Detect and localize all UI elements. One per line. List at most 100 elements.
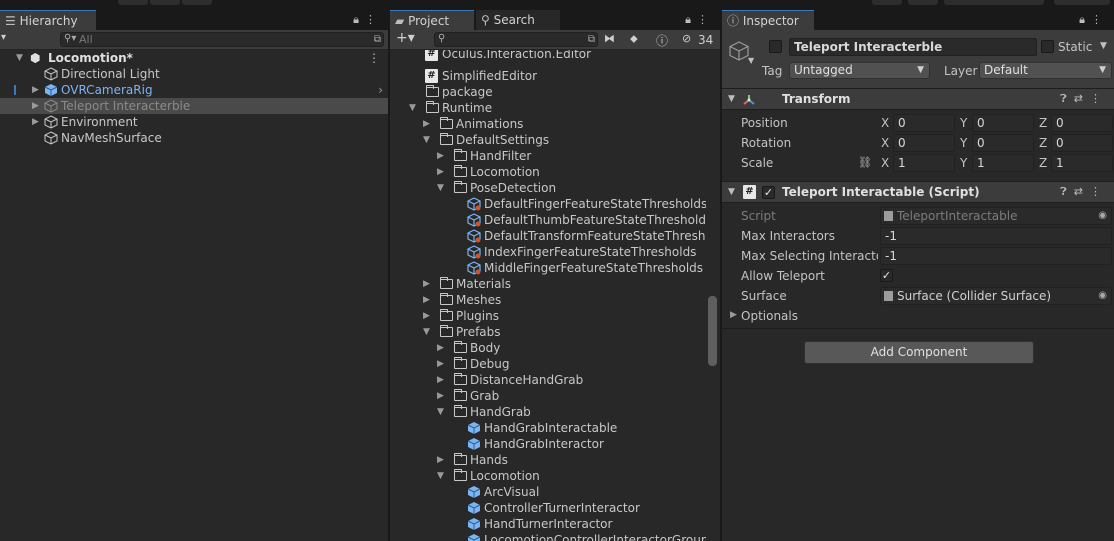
asset-row[interactable]: LocomotionControllerInteractorGroup xyxy=(390,532,706,541)
expand-right-icon[interactable]: ▶ xyxy=(423,116,430,132)
expand-down-icon[interactable]: ▼ xyxy=(423,132,430,148)
rotation-y-field[interactable]: 0 xyxy=(972,134,1034,152)
preset-icon[interactable]: ⇄ xyxy=(1074,92,1090,105)
hierarchy-search-input[interactable]: ⚲▾ All ⧉ xyxy=(60,32,384,47)
allow-teleport-checkbox[interactable]: ✓ xyxy=(880,269,893,282)
folder-row[interactable]: ▶ Hands xyxy=(390,452,706,468)
expand-right-icon[interactable]: ▶ xyxy=(32,98,39,114)
surface-field[interactable]: Surface (Collider Surface) ◉ xyxy=(880,287,1112,305)
expand-down-icon[interactable]: ▼ xyxy=(409,100,416,116)
folder-row[interactable]: ▶ Debug xyxy=(390,356,706,372)
position-y-field[interactable]: 0 xyxy=(972,114,1034,132)
warning-filter-icon[interactable]: ⓘ xyxy=(656,32,668,49)
expand-right-icon[interactable]: ▶ xyxy=(437,452,444,468)
asset-row[interactable]: MiddleFingerFeatureStateThresholds xyxy=(390,260,706,276)
help-icon[interactable]: ❓︎ xyxy=(1060,92,1074,105)
project-search-input[interactable]: ⚲ ⧉ xyxy=(434,32,598,47)
expand-down-icon[interactable]: ▼ xyxy=(423,324,430,340)
tab-inspector[interactable]: ⓘ Inspector xyxy=(722,10,814,30)
expand-down-icon[interactable]: ▼ xyxy=(437,468,444,484)
filter-by-type-icon[interactable]: ⧓ xyxy=(604,32,615,45)
expand-right-icon[interactable]: ▶ xyxy=(32,82,39,98)
constrain-proportions-icon[interactable]: ⛓ xyxy=(858,156,872,169)
scale-y-field[interactable]: 1 xyxy=(972,154,1034,172)
search-by-type-icon[interactable]: ⧉ xyxy=(374,33,381,46)
chevron-down-icon[interactable]: ▼ xyxy=(748,56,754,65)
folder-row[interactable]: package xyxy=(390,84,706,100)
object-picker-icon[interactable]: ◉ xyxy=(1098,288,1107,304)
asset-row[interactable]: # Oculus.Interaction.Editor xyxy=(390,50,706,62)
preset-icon[interactable]: ⇄ xyxy=(1074,185,1090,198)
folder-row[interactable]: ▼ PoseDetection xyxy=(390,180,706,196)
folder-row[interactable]: ▶ Locomotion xyxy=(390,164,706,180)
position-z-field[interactable]: 0 xyxy=(1051,114,1113,132)
asset-row[interactable]: DefaultFingerFeatureStateThresholds xyxy=(390,196,706,212)
tag-dropdown[interactable]: Untagged ▼ xyxy=(789,62,930,79)
folder-row[interactable]: ▶ Grab xyxy=(390,388,706,404)
help-icon[interactable]: ❓︎ xyxy=(1060,185,1074,198)
list-item[interactable]: ▶ OVRCameraRig › xyxy=(0,82,388,98)
component-enabled-checkbox[interactable]: ✓ xyxy=(762,186,775,199)
asset-row[interactable]: DefaultThumbFeatureStateThresholds xyxy=(390,212,706,228)
expand-right-icon[interactable]: ▶ xyxy=(437,388,444,404)
lock-icon[interactable]: 🔒︎ xyxy=(353,13,365,26)
more-icon[interactable]: ⋮ xyxy=(697,13,714,26)
add-component-button[interactable]: Add Component xyxy=(804,341,1034,364)
tab-project[interactable]: ▰ Project xyxy=(390,10,474,30)
expand-right-icon[interactable]: ▶ xyxy=(437,148,444,164)
list-item[interactable]: ▶ Teleport Interacterble xyxy=(0,98,388,114)
transform-header[interactable]: ▼ Transform ❓︎⇄⋮ xyxy=(722,88,1114,110)
object-name-field[interactable]: Teleport Interacterble xyxy=(789,38,1037,56)
layer-dropdown[interactable]: Default ▼ xyxy=(979,62,1112,79)
expand-down-icon[interactable]: ▼ xyxy=(437,180,444,196)
asset-row[interactable]: HandTurnerInteractor xyxy=(390,516,706,532)
lock-icon[interactable]: 🔒︎ xyxy=(1079,13,1091,26)
folder-row[interactable]: ▶ DistanceHandGrab xyxy=(390,372,706,388)
position-x-field[interactable]: 0 xyxy=(893,114,955,132)
static-checkbox[interactable] xyxy=(1041,40,1054,53)
expand-down-icon[interactable]: ▼ xyxy=(728,94,735,104)
expand-right-icon[interactable]: ▶ xyxy=(423,292,430,308)
expand-down-icon[interactable]: ▼ xyxy=(437,404,444,420)
folder-row[interactable]: ▼ Prefabs xyxy=(390,324,706,340)
filter-by-label-icon[interactable]: ⬥ xyxy=(630,32,638,46)
more-icon[interactable]: ⋮ xyxy=(1090,185,1108,198)
expand-right-icon[interactable]: ▶ xyxy=(437,372,444,388)
more-icon[interactable]: ⋮ xyxy=(1090,92,1108,105)
expand-right-icon[interactable]: ▶ xyxy=(730,310,737,320)
tab-hierarchy[interactable]: ☰ Hierarchy xyxy=(0,10,96,30)
hidden-packages-icon[interactable]: ⊘ xyxy=(682,32,691,45)
scene-row[interactable]: ▼ ⬢ Locomotion* ⋮ xyxy=(0,50,388,66)
project-scrollbar[interactable] xyxy=(708,296,717,366)
list-item[interactable]: NavMeshSurface xyxy=(0,130,388,146)
more-icon[interactable]: ⋮ xyxy=(365,13,382,26)
scale-z-field[interactable]: 1 xyxy=(1051,154,1113,172)
expand-right-icon[interactable]: ▶ xyxy=(423,308,430,324)
folder-row[interactable]: ▼ DefaultSettings xyxy=(390,132,706,148)
asset-row[interactable]: HandGrabInteractor xyxy=(390,436,706,452)
expand-right-icon[interactable]: ▶ xyxy=(32,114,39,130)
expand-right-icon[interactable]: ▶ xyxy=(423,276,430,292)
folder-row[interactable]: ▶ Materials xyxy=(390,276,706,292)
asset-row[interactable]: HandGrabInteractable xyxy=(390,420,706,436)
list-item[interactable]: ▶ Environment xyxy=(0,114,388,130)
search-by-type-icon[interactable]: ⧉ xyxy=(588,33,595,46)
rotation-z-field[interactable]: 0 xyxy=(1051,134,1113,152)
chevron-right-icon[interactable]: › xyxy=(378,82,383,98)
expand-right-icon[interactable]: ▶ xyxy=(437,356,444,372)
expand-down-icon[interactable]: ▼ xyxy=(728,187,735,197)
script-component-header[interactable]: ▼ # ✓ Teleport Interactable (Script) ❓︎⇄… xyxy=(722,181,1114,203)
asset-row[interactable]: IndexFingerFeatureStateThresholds xyxy=(390,244,706,260)
list-item[interactable]: Directional Light xyxy=(0,66,388,82)
create-add-icon[interactable]: +▾ xyxy=(396,30,415,46)
folder-row[interactable]: ▶ Animations xyxy=(390,116,706,132)
max-selecting-field[interactable]: -1 xyxy=(880,247,1112,265)
folder-row[interactable]: ▼ HandGrab xyxy=(390,404,706,420)
more-icon[interactable]: ⋮ xyxy=(368,50,380,66)
more-icon[interactable]: ⋮ xyxy=(1091,13,1108,26)
asset-row[interactable]: ControllerTurnerInteractor xyxy=(390,500,706,516)
max-interactors-field[interactable]: -1 xyxy=(880,227,1112,245)
optionals-foldout[interactable]: Optionals xyxy=(741,309,798,323)
folder-row[interactable]: ▶ HandFilter xyxy=(390,148,706,164)
expand-down-icon[interactable]: ▼ xyxy=(16,50,23,66)
